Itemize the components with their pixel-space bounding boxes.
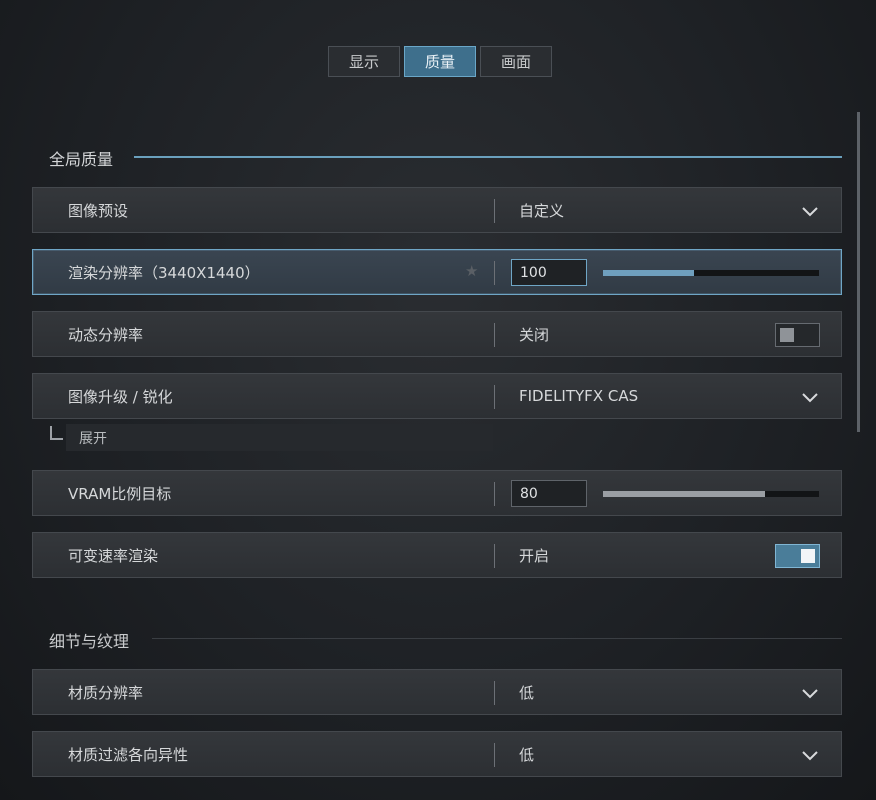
toggle-state-text: 开启	[519, 546, 550, 565]
setting-row-render-resolution[interactable]: 渲染分辨率（3440X1440） ★ 100	[32, 249, 842, 295]
variable-rate-shading-toggle[interactable]	[775, 544, 820, 568]
tab-display[interactable]: 显示	[328, 46, 400, 77]
setting-row-texture-filtering[interactable]: 材质过滤各向异性 低	[32, 731, 842, 777]
section-title-global-quality: 全局质量	[49, 150, 114, 169]
row-divider	[494, 199, 495, 223]
chevron-down-icon[interactable]	[801, 684, 819, 702]
toggle-state-text: 关闭	[519, 325, 550, 344]
scrollbar[interactable]	[857, 112, 860, 432]
row-divider	[494, 482, 495, 506]
setting-label: 动态分辨率	[68, 325, 144, 344]
dropdown-value[interactable]: FIDELITYFX CAS	[519, 387, 638, 405]
expand-label: 展开	[79, 430, 107, 447]
section-title-detail-texture: 细节与纹理	[49, 632, 130, 651]
chevron-down-icon[interactable]	[801, 388, 819, 406]
setting-label: 渲染分辨率（3440X1440）	[68, 263, 260, 282]
setting-row-dynamic-resolution[interactable]: 动态分辨率 关闭	[32, 311, 842, 357]
chevron-down-icon[interactable]	[801, 746, 819, 764]
toggle-knob	[801, 549, 815, 563]
tab-quality[interactable]: 质量	[404, 46, 476, 77]
row-divider	[494, 681, 495, 705]
setting-row-upscaling[interactable]: 图像升级 / 锐化 FIDELITYFX CAS	[32, 373, 842, 419]
render-resolution-slider[interactable]	[603, 270, 819, 276]
setting-label: 图像升级 / 锐化	[68, 387, 173, 406]
setting-label: 图像预设	[68, 201, 129, 220]
slider-fill	[603, 270, 694, 276]
setting-row-variable-rate-shading[interactable]: 可变速率渲染 开启	[32, 532, 842, 578]
render-resolution-input[interactable]: 100	[511, 259, 587, 286]
setting-row-image-preset[interactable]: 图像预设 自定义	[32, 187, 842, 233]
tree-branch-icon	[50, 426, 63, 440]
dropdown-value[interactable]: 低	[519, 682, 534, 703]
row-divider	[494, 743, 495, 767]
setting-label: 材质过滤各向异性	[68, 745, 189, 764]
section-divider	[152, 638, 842, 639]
setting-row-texture-resolution[interactable]: 材质分辨率 低	[32, 669, 842, 715]
row-divider	[494, 261, 495, 285]
chevron-down-icon[interactable]	[801, 202, 819, 220]
slider-fill	[603, 491, 765, 497]
upscaling-expand-row[interactable]: 展开	[66, 424, 493, 451]
row-divider	[494, 385, 495, 409]
dropdown-value[interactable]: 自定义	[519, 200, 564, 221]
setting-label: 材质分辨率	[68, 683, 144, 702]
tab-graphics[interactable]: 画面	[480, 46, 552, 77]
settings-tabs: 显示 质量 画面	[328, 46, 552, 77]
section-divider	[134, 156, 842, 158]
vram-target-slider[interactable]	[603, 491, 819, 497]
setting-label: VRAM比例目标	[68, 484, 172, 503]
vram-target-input[interactable]: 80	[511, 480, 587, 507]
row-divider	[494, 323, 495, 347]
setting-row-vram-target[interactable]: VRAM比例目标 80	[32, 470, 842, 516]
star-icon[interactable]: ★	[465, 262, 478, 280]
dropdown-value[interactable]: 低	[519, 744, 534, 765]
row-divider	[494, 544, 495, 568]
dynamic-resolution-toggle[interactable]	[775, 323, 820, 347]
toggle-knob	[780, 328, 794, 342]
setting-label: 可变速率渲染	[68, 546, 159, 565]
